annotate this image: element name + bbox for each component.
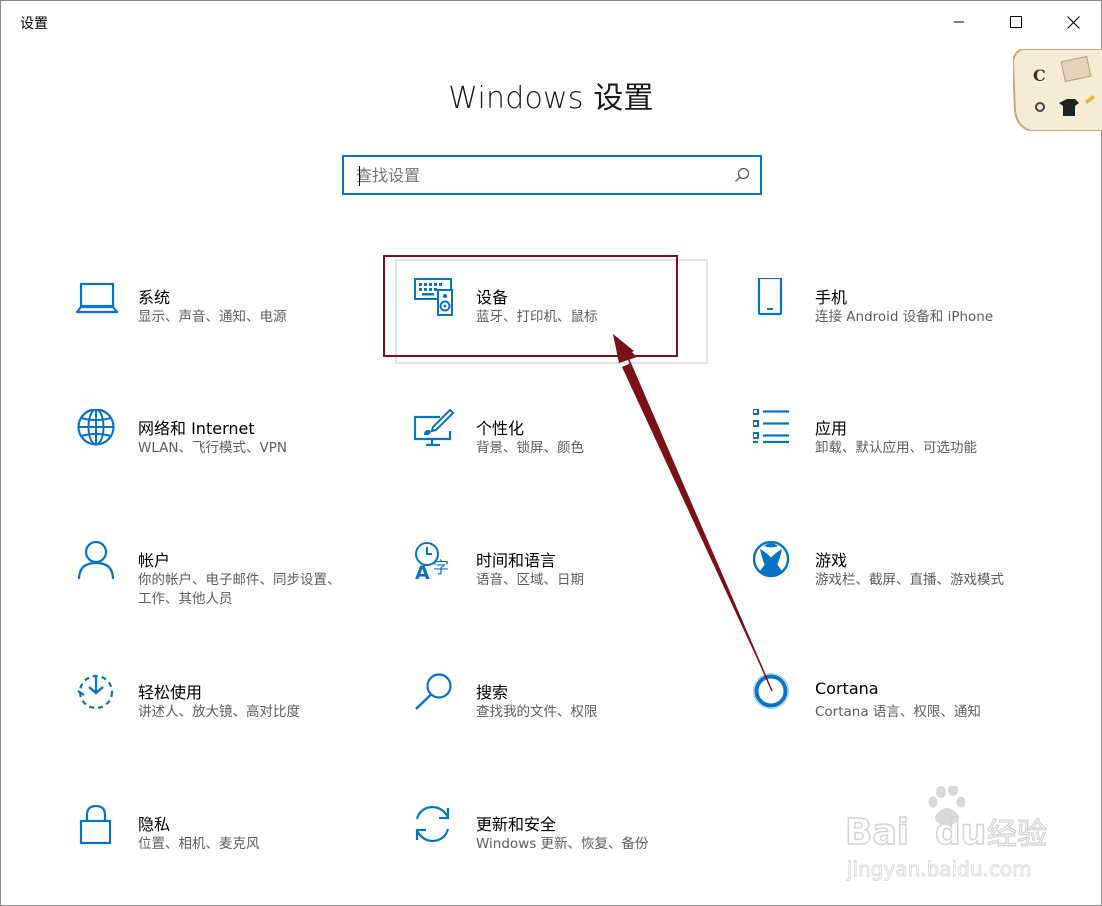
svg-text:du: du xyxy=(935,812,986,853)
svg-text:jingyan.baidu.com: jingyan.baidu.com xyxy=(846,857,1032,881)
svg-text:Bai: Bai xyxy=(845,812,909,853)
annotation-arrow xyxy=(613,334,773,692)
settings-window: 设置 C Windows 设置 查找设置 系统 显示、声音、通知、电源 设备 蓝… xyxy=(0,0,1102,906)
baidu-watermark: Bai du 经验 jingyan.baidu.com xyxy=(841,784,1051,886)
svg-text:经验: 经验 xyxy=(987,817,1047,852)
